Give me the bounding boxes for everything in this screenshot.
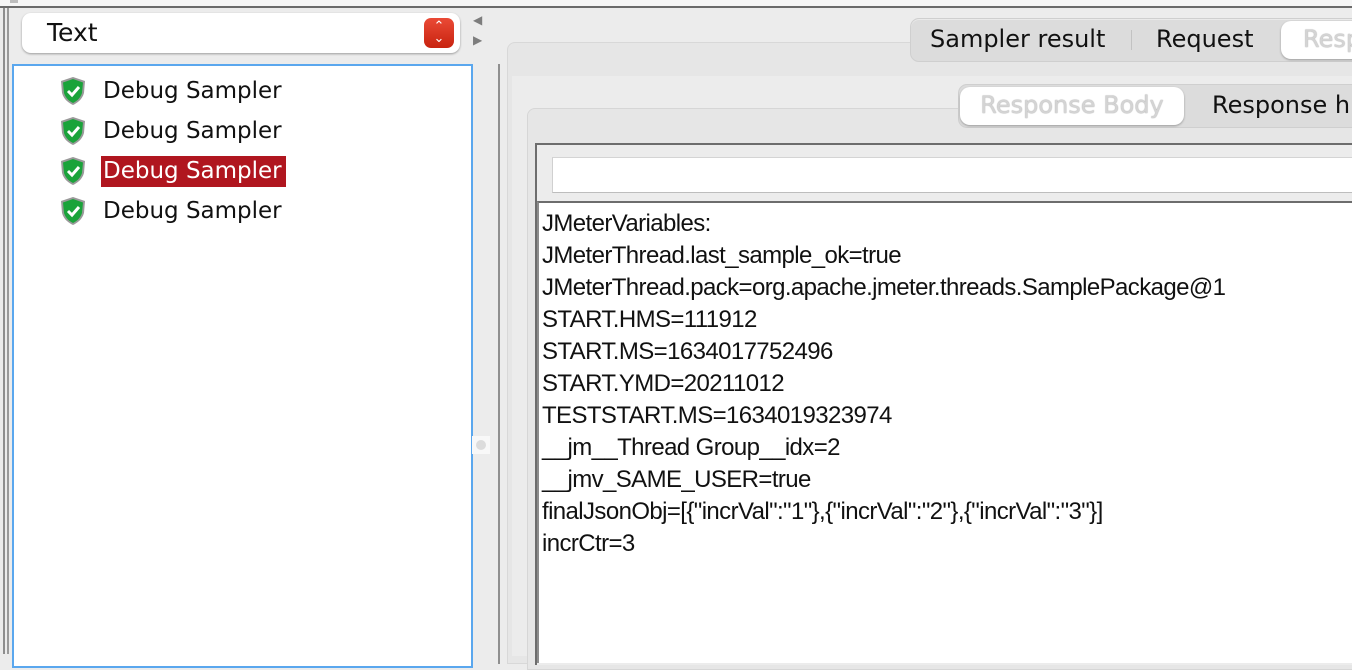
panel-divider-line (498, 64, 500, 664)
results-tree[interactable]: Debug Sampler Debug Sampler Debug Sample… (12, 64, 473, 668)
response-line: JMeterThread.pack=org.apache.jmeter.thre… (542, 274, 1226, 301)
split-pane-divider-handle[interactable] (472, 436, 490, 454)
success-shield-icon (61, 117, 85, 145)
response-line: TESTSTART.MS=1634019323974 (542, 402, 892, 429)
response-line: __jm__Thread Group__idx=2 (542, 434, 840, 461)
divider-dot (476, 440, 486, 450)
left-border (3, 8, 5, 654)
tab-response-body[interactable]: Response Body (960, 87, 1184, 125)
response-tab-bar: Response Body Response h (958, 84, 1352, 128)
tree-item-label: Debug Sampler (103, 117, 282, 144)
response-line: START.HMS=111912 (542, 306, 757, 333)
success-shield-icon (61, 157, 85, 185)
success-shield-icon (61, 77, 85, 105)
response-line: finalJsonObj=[{"incrVal":"1"},{"incrVal"… (542, 498, 1103, 525)
triangle-right-icon[interactable]: ▶ (473, 30, 487, 50)
response-line: incrCtr=3 (542, 530, 635, 557)
tree-item[interactable]: Debug Sampler (59, 74, 286, 108)
renderer-select[interactable]: Text ⌃ ⌄ (22, 13, 460, 53)
tab-response-headers[interactable]: Response h (1212, 85, 1350, 127)
search-input[interactable] (552, 157, 1352, 193)
success-shield-icon (61, 197, 85, 225)
splitter-arrows: ◀ ▶ (473, 10, 487, 50)
tree-item[interactable]: Debug Sampler (59, 194, 286, 228)
window-top-strip (0, 0, 1352, 8)
response-line: JMeterThread.last_sample_ok=true (542, 242, 902, 269)
window-mark (10, 0, 18, 3)
tree-item-selected[interactable]: Debug Sampler (59, 154, 286, 188)
tree-item-label: Debug Sampler (103, 197, 282, 224)
tree-item-label: Debug Sampler (103, 77, 282, 104)
tree-item[interactable]: Debug Sampler (59, 114, 286, 148)
response-line: __jmv_SAME_USER=true (542, 466, 811, 493)
main-tab-bar: Sampler result Request Resp (910, 18, 1352, 62)
renderer-select-value: Text (47, 18, 98, 47)
triangle-left-icon[interactable]: ◀ (473, 10, 487, 30)
response-line: START.MS=1634017752496 (542, 338, 833, 365)
tab-sampler-result[interactable]: Sampler result (930, 19, 1105, 61)
response-text-area[interactable]: JMeterVariables: JMeterThread.last_sample… (537, 201, 1352, 663)
tab-response-data[interactable]: Resp (1281, 21, 1352, 59)
left-border-inner (7, 8, 9, 654)
response-lines: JMeterVariables: JMeterThread.last_sample… (539, 203, 1352, 560)
tab-separator (1131, 30, 1132, 50)
up-down-chevron-icon[interactable]: ⌃ ⌄ (424, 18, 454, 48)
response-line: JMeterVariables: (542, 210, 711, 237)
tree-item-label: Debug Sampler (101, 155, 286, 187)
tab-request[interactable]: Request (1156, 19, 1254, 61)
response-line: START.YMD=20211012 (542, 370, 785, 397)
